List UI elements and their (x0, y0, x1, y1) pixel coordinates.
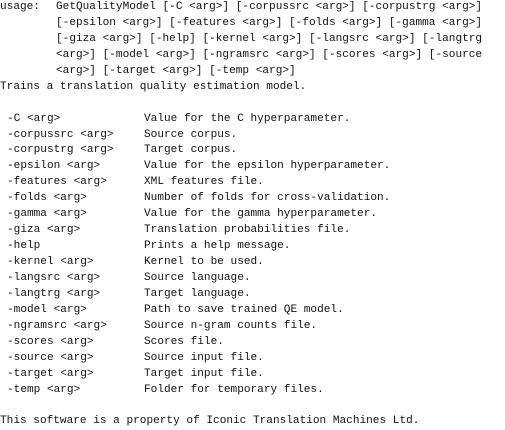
option-description: Source input file. (144, 351, 264, 364)
option-description: Value for the C hyperparameter. (144, 112, 351, 125)
option-description: Value for the epsilon hyperparameter. (144, 160, 391, 173)
console-output: usage: GetQualityModel [-C <arg>] [-corpu… (0, 0, 505, 430)
option-description: Scores file. (144, 335, 224, 348)
option-row: -corpustrg <arg> Target corpus. (0, 143, 505, 159)
option-name: -langsrc <arg> (7, 271, 101, 284)
option-row: -features <arg> XML features file. (0, 175, 505, 191)
option-description: Prints a help message. (144, 240, 291, 253)
option-description: XML features file. (144, 176, 264, 189)
option-name: -folds <arg> (7, 192, 87, 205)
usage-continuation: <arg>] [-model <arg>] [-ngramsrc <arg>] … (56, 48, 483, 61)
option-description: Number of folds for cross-validation. (144, 192, 391, 205)
option-row: -target <arg> Target input file. (0, 367, 505, 383)
option-name: -ngramsrc <arg> (7, 319, 107, 332)
option-description: Source language. (144, 271, 251, 284)
footer-notice: This software is a property of Iconic Tr… (0, 415, 420, 428)
option-name: -C <arg> (7, 112, 61, 125)
option-description: Kernel to be used. (144, 256, 264, 268)
option-row: -ngramsrc <arg> Source n-gram counts file… (0, 319, 505, 335)
option-row: -gamma <arg> Value for the gamma hyperpar… (0, 207, 505, 223)
option-name: -corpustrg <arg> (7, 144, 114, 157)
option-description: Target language. (144, 287, 251, 300)
program-description: Trains a translation quality estimation … (0, 80, 307, 93)
option-row: -C <arg> Value for the C hyperparameter. (0, 112, 505, 128)
option-name: -epsilon <arg> (7, 160, 101, 173)
usage-line: usage: GetQualityModel [-C <arg>] [-corpu… (0, 0, 505, 16)
option-row: -help Prints a help message. (0, 239, 505, 255)
option-name: -help (7, 240, 41, 253)
option-description: Source corpus. (144, 128, 238, 141)
usage-continuation: <arg>] [-target <arg>] [-temp <arg>] (56, 64, 296, 77)
option-name: -features <arg> (7, 176, 107, 189)
option-row: -langtrg <arg> Target language. (0, 287, 505, 303)
option-description: Folder for temporary files. (144, 383, 324, 396)
option-row: -model <arg> Path to save trained QE mode… (0, 303, 505, 319)
option-name: -temp <arg> (7, 383, 81, 396)
usage-continuation: [-giza <arg>] [-help] [-kernel <arg>] [-… (56, 32, 483, 45)
option-row: -corpussrc <arg> Source corpus. (0, 128, 505, 144)
option-name: -langtrg <arg> (7, 287, 101, 300)
option-row: -scores <arg> Scores file. (0, 335, 505, 351)
option-description: Value for the gamma hyperparameter. (144, 208, 378, 221)
option-name: -scores <arg> (7, 335, 94, 348)
option-name: -kernel <arg> (7, 256, 94, 268)
option-row: -giza <arg> Translation probabilities fil… (0, 223, 505, 239)
option-name: -target <arg> (7, 367, 94, 380)
option-row: -langsrc <arg> Source language. (0, 271, 505, 287)
option-name: -model <arg> (7, 303, 87, 316)
option-name: -gamma <arg> (7, 208, 87, 221)
option-description: Source n-gram counts file. (144, 319, 318, 332)
option-row: -kernel <arg> Kernel to be used. (0, 255, 505, 271)
option-row: -epsilon <arg> Value for the epsilon hype… (0, 159, 505, 175)
option-description: Target corpus. (144, 144, 238, 157)
usage-continuation: [-epsilon <arg>] [-features <arg>] [-fol… (56, 16, 483, 29)
option-name: -corpussrc <arg> (7, 128, 114, 141)
option-description: Path to save trained QE model. (144, 303, 344, 316)
option-description: Target input file. (144, 367, 264, 380)
usage-prefix: usage: (0, 1, 40, 13)
option-name: -source <arg> (7, 351, 94, 364)
option-description: Translation probabilities file. (144, 224, 351, 237)
option-row: -folds <arg> Number of folds for cross-va… (0, 191, 505, 207)
option-row: -source <arg> Source input file. (0, 351, 505, 367)
usage-text: GetQualityModel [-C <arg>] [-corpussrc <… (56, 1, 483, 13)
option-row: -temp <arg> Folder for temporary files. (0, 383, 505, 399)
option-name: -giza <arg> (7, 224, 81, 237)
